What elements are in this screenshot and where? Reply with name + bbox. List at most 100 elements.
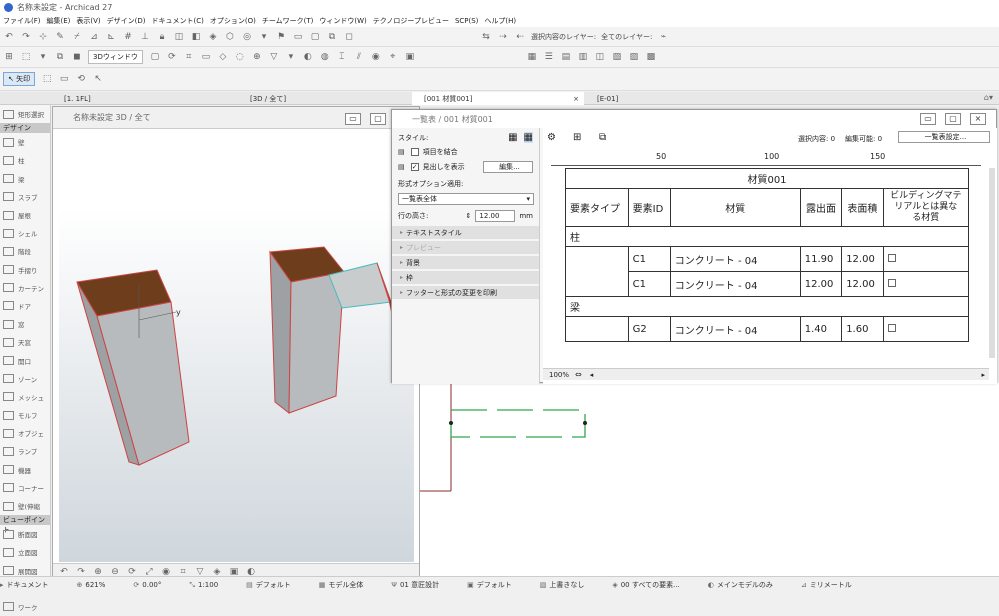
menu-document[interactable]: ドキュメント(C) bbox=[152, 16, 204, 26]
trace-icon[interactable]: ◧ bbox=[190, 31, 202, 43]
table-icon[interactable]: ▦ bbox=[526, 51, 538, 63]
zoom-value[interactable]: 100% bbox=[549, 371, 569, 379]
fit-width-icon[interactable]: ⇔ bbox=[575, 370, 582, 379]
zoom-control[interactable]: ⊕ 621% bbox=[77, 581, 120, 589]
copy-icon[interactable]: ⧉ bbox=[326, 31, 338, 43]
structure-control[interactable]: ▤ デフォルト bbox=[246, 580, 305, 590]
tool-item[interactable]: 機器 bbox=[0, 461, 50, 479]
measure-icon[interactable]: ⊿ bbox=[88, 31, 100, 43]
tool-item[interactable]: シェル bbox=[0, 224, 50, 242]
accordion-text-style[interactable]: テキストスタイル bbox=[392, 226, 539, 239]
different-material-checkbox[interactable] bbox=[887, 323, 896, 332]
comment-icon[interactable]: ◻ bbox=[343, 31, 355, 43]
group-icon[interactable]: ◫ bbox=[173, 31, 185, 43]
filter-icon[interactable]: ▽ bbox=[268, 51, 280, 63]
model-control[interactable]: ▦ モデル全体 bbox=[319, 580, 378, 590]
design-control[interactable]: Ψ 01 意匠設計 bbox=[391, 580, 453, 590]
stack-icon[interactable]: ⧉ bbox=[54, 51, 66, 63]
table-row[interactable]: C1 コンクリート - 04 11.90 12.00 bbox=[565, 246, 970, 297]
menu-teamwork[interactable]: チームワーク(T) bbox=[262, 16, 314, 26]
cube-icon[interactable]: ⬡ bbox=[224, 31, 236, 43]
restore-button[interactable]: ▢ bbox=[370, 113, 386, 125]
viewpoint-section-header[interactable]: ビューポイント bbox=[0, 515, 50, 534]
menu-options[interactable]: オプション(O) bbox=[210, 16, 256, 26]
minimize-button[interactable]: ▭ bbox=[920, 113, 936, 125]
accordion-background[interactable]: 背景 bbox=[392, 256, 539, 269]
orbit-icon[interactable]: ⟳ bbox=[166, 51, 178, 63]
box-icon[interactable]: ▢ bbox=[149, 51, 161, 63]
different-material-checkbox[interactable] bbox=[887, 278, 896, 287]
schedule-settings-button[interactable]: 一覧表設定... bbox=[898, 131, 990, 143]
3d-canvas[interactable]: y bbox=[59, 130, 414, 562]
list-icon[interactable]: ☰ bbox=[543, 51, 555, 63]
tab-schedule[interactable]: [001 材質001] × bbox=[412, 92, 584, 105]
trim-icon[interactable]: ⌶ bbox=[336, 51, 348, 63]
tool-item[interactable]: 壁 bbox=[0, 133, 50, 151]
tool-item[interactable]: カーテン bbox=[0, 279, 50, 297]
tool-item[interactable]: ランプ bbox=[0, 442, 50, 460]
override-control[interactable]: ▧ 上書きなし bbox=[540, 580, 599, 590]
perspective-icon[interactable]: ◇ bbox=[217, 51, 229, 63]
chevron-down-icon[interactable]: ▾ bbox=[37, 51, 49, 63]
add-column-icon[interactable]: ⊞ bbox=[573, 132, 581, 143]
menu-view[interactable]: 表示(V) bbox=[76, 16, 100, 26]
selection-icon[interactable]: ⬚ bbox=[20, 51, 32, 63]
teamwork-icon[interactable]: ⇆ bbox=[480, 31, 492, 43]
undo-icon[interactable]: ↶ bbox=[3, 31, 15, 43]
receive-icon[interactable]: ⇠ bbox=[514, 31, 526, 43]
minimize-button[interactable]: ▭ bbox=[345, 113, 361, 125]
highlight-icon[interactable]: ◼ bbox=[71, 51, 83, 63]
menu-scp[interactable]: SCP(S) bbox=[455, 17, 478, 25]
close-icon[interactable]: × bbox=[573, 95, 579, 103]
tool-item[interactable]: 立面図 bbox=[0, 543, 50, 561]
rows-icon[interactable]: ▥ bbox=[577, 51, 589, 63]
window-icon[interactable]: ▢ bbox=[309, 31, 321, 43]
link-icon[interactable]: ⌁ bbox=[657, 31, 669, 43]
eyedropper-icon[interactable]: ⌿ bbox=[71, 31, 83, 43]
pencil-icon[interactable]: ✎ bbox=[54, 31, 66, 43]
menu-design[interactable]: デザイン(D) bbox=[107, 16, 146, 26]
frame-icon[interactable]: ▭ bbox=[200, 51, 212, 63]
cells-icon[interactable]: ▨ bbox=[628, 51, 640, 63]
tool-item[interactable]: 柱 bbox=[0, 151, 50, 169]
angle-control[interactable]: ⟳ 0.00° bbox=[133, 581, 175, 589]
target-icon[interactable]: ⊕ bbox=[251, 51, 263, 63]
tab-elevation[interactable]: [E-01] bbox=[585, 92, 725, 105]
tool-item[interactable]: ゾーン bbox=[0, 370, 50, 388]
tool-item[interactable]: コーナー bbox=[0, 479, 50, 497]
gear-icon[interactable]: ⚙ bbox=[547, 132, 556, 143]
merge-checkbox[interactable] bbox=[410, 148, 419, 156]
scroll-left-icon[interactable]: ◂ bbox=[590, 371, 594, 379]
tab-3d[interactable]: [3D / 全て] bbox=[238, 92, 411, 105]
show-headers-checkbox[interactable]: ✓ bbox=[410, 163, 419, 171]
rotate-icon[interactable]: ⟲ bbox=[75, 73, 87, 85]
menu-help[interactable]: ヘルプ(H) bbox=[484, 16, 516, 26]
tab-floor-plan[interactable]: [1. 1FL] bbox=[52, 92, 237, 105]
floor-plan-canvas[interactable] bbox=[420, 383, 999, 576]
layers-control[interactable]: ◈ 00 すべての要素... bbox=[612, 580, 693, 590]
layout-icon[interactable]: ⊞ bbox=[3, 51, 15, 63]
layers-icon[interactable]: ◈ bbox=[207, 31, 219, 43]
accordion-print[interactable]: フッターと形式の変更を印刷 bbox=[392, 286, 539, 299]
arrow-tool-button[interactable]: ↖ 矢印 bbox=[3, 72, 36, 86]
paint-icon[interactable]: ◍ bbox=[319, 51, 331, 63]
tool-rectangle-select[interactable]: 矩形選択 bbox=[0, 105, 50, 123]
sort-icon[interactable]: ⧉ bbox=[599, 132, 606, 143]
chevron-down-icon[interactable]: ▾ bbox=[258, 31, 270, 43]
different-material-checkbox[interactable] bbox=[887, 253, 896, 262]
tool-item[interactable]: 天窓 bbox=[0, 333, 50, 351]
tool-item[interactable]: 壁(伸縮 bbox=[0, 497, 50, 515]
pointer-icon[interactable]: ↖ bbox=[92, 73, 104, 85]
row-height-input[interactable]: 12.00 bbox=[475, 210, 516, 222]
split-icon[interactable]: ⫽ bbox=[353, 51, 365, 63]
vertical-scrollbar[interactable] bbox=[989, 168, 995, 358]
tool-item[interactable]: 階段 bbox=[0, 242, 50, 260]
table-style-icon[interactable]: ▦ bbox=[508, 132, 517, 143]
sheet-icon[interactable]: ▩ bbox=[645, 51, 657, 63]
menu-tech-preview[interactable]: テクノロジープレビュー bbox=[373, 16, 449, 26]
send-icon[interactable]: ⇢ bbox=[497, 31, 509, 43]
redo-icon[interactable]: ↷ bbox=[20, 31, 32, 43]
lock-icon[interactable]: 🔒︎ bbox=[156, 31, 168, 43]
render-icon[interactable]: ◐ bbox=[302, 51, 314, 63]
tool-item[interactable]: 窓 bbox=[0, 315, 50, 333]
